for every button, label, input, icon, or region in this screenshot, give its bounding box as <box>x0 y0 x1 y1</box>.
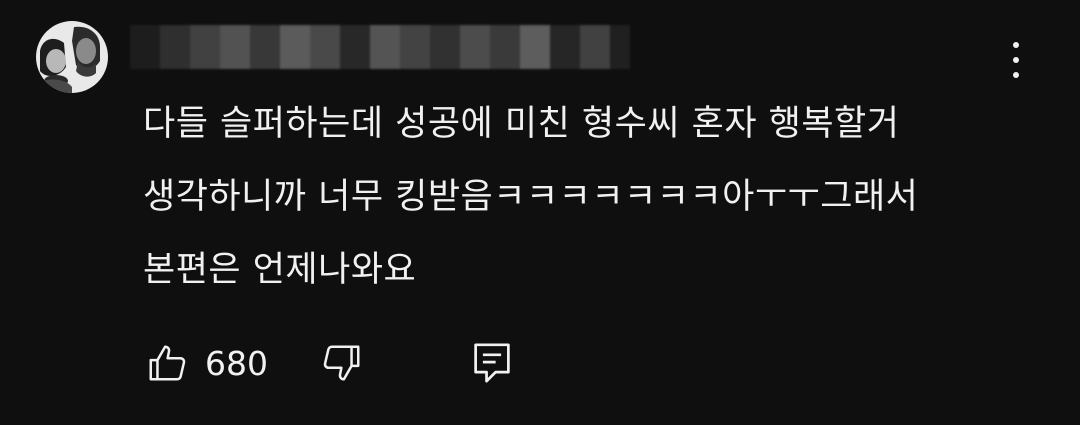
menu-dot <box>1013 72 1019 78</box>
avatar-icon <box>36 21 108 93</box>
reply-button[interactable] <box>472 341 512 385</box>
comment-line: 생각하니까 너무 킹받음ㅋㅋㅋㅋㅋㅋㅋ아ㅜㅜ그래서 <box>143 177 919 217</box>
comment-line: 다들 슬퍼하는데 성공에 미친 형수씨 혼자 행복할거 <box>143 104 900 144</box>
more-vert-icon[interactable] <box>1008 40 1024 80</box>
thumbs-up-icon <box>149 345 186 381</box>
menu-dot <box>1013 42 1019 48</box>
thumbs-down-icon <box>323 345 360 381</box>
menu-dot <box>1013 57 1019 63</box>
avatar[interactable] <box>36 21 108 93</box>
comment-text: 다들 슬퍼하는데 성공에 미친 형수씨 혼자 행복할거 생각하니까 너무 킹받음… <box>143 88 1023 307</box>
comment-line: 본편은 언제나와요 <box>143 250 417 290</box>
dislike-button[interactable] <box>318 340 364 386</box>
author-name[interactable] <box>130 25 630 69</box>
reply-comment-icon <box>474 343 510 383</box>
like-count: 680 <box>205 343 268 383</box>
like-button[interactable]: 680 <box>145 340 268 386</box>
comment-actions: 680 <box>145 340 512 386</box>
